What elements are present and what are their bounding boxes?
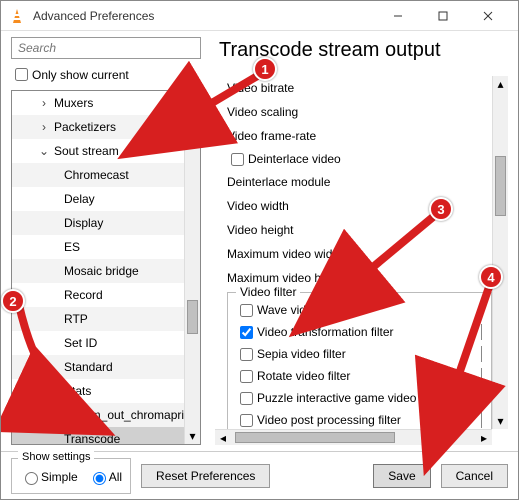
radio-all[interactable]: All bbox=[88, 469, 122, 485]
field-edge bbox=[481, 412, 483, 428]
show-settings-legend: Show settings bbox=[18, 451, 94, 463]
property-label: Video frame-rate bbox=[227, 124, 492, 148]
checkbox[interactable] bbox=[240, 370, 253, 383]
window-title: Advanced Preferences bbox=[33, 9, 375, 23]
tree-item-label: Packetizers bbox=[54, 120, 116, 134]
left-pane: Only show current › Muxers › Packetizers ⌄ So… bbox=[1, 31, 211, 451]
filter-checkbox[interactable]: Sepia video filter bbox=[236, 343, 483, 365]
field-edge bbox=[481, 302, 483, 318]
tree-item-sout-stream[interactable]: ⌄ Sout stream bbox=[12, 139, 184, 163]
tree-item-label: Display bbox=[64, 216, 103, 230]
checkbox[interactable] bbox=[240, 348, 253, 361]
property-label: Deinterlace module bbox=[227, 170, 492, 194]
scroll-thumb[interactable] bbox=[495, 156, 506, 216]
callout-3: 3 bbox=[429, 197, 453, 221]
only-show-current-label: Only show current bbox=[32, 68, 129, 82]
search-input[interactable] bbox=[11, 37, 201, 59]
tree-item-label: Delay bbox=[64, 192, 95, 206]
props-vscrollbar[interactable]: ▴ ▾ bbox=[492, 76, 508, 429]
callout-4: 4 bbox=[479, 265, 503, 289]
scroll-thumb[interactable] bbox=[235, 432, 395, 443]
tree-item-es[interactable]: ES bbox=[12, 235, 184, 259]
checkbox[interactable] bbox=[240, 326, 253, 339]
tree-item-mosaic-bridge[interactable]: Mosaic bridge bbox=[12, 259, 184, 283]
bottom-bar: Show settings Simple All Reset Preferenc… bbox=[1, 451, 518, 499]
minimize-button[interactable] bbox=[375, 1, 420, 31]
callout-1: 1 bbox=[253, 57, 277, 81]
chevron-right-icon: › bbox=[38, 120, 50, 134]
save-button[interactable]: Save bbox=[373, 464, 430, 488]
scroll-down-icon[interactable]: ▾ bbox=[493, 413, 508, 429]
chevron-down-icon: ⌄ bbox=[38, 144, 50, 158]
reset-preferences-button[interactable]: Reset Preferences bbox=[141, 464, 270, 488]
scroll-up-icon[interactable]: ▴ bbox=[493, 76, 508, 92]
checkbox[interactable] bbox=[240, 392, 253, 405]
tree-item-chromecast[interactable]: Chromecast bbox=[12, 163, 184, 187]
tree-item-transcode[interactable]: Transcode bbox=[12, 427, 184, 444]
tree-item-muxers[interactable]: › Muxers bbox=[12, 91, 184, 115]
filter-checkbox[interactable]: Wave video filter bbox=[236, 299, 483, 321]
field-edge bbox=[481, 346, 483, 362]
tree-item-label: Mosaic bridge bbox=[64, 264, 139, 278]
tree-item-label: Stats bbox=[64, 384, 91, 398]
field-edge bbox=[481, 390, 483, 406]
tree-item-label: ES bbox=[64, 240, 80, 254]
only-show-current-box[interactable] bbox=[15, 68, 28, 81]
checkbox[interactable] bbox=[240, 304, 253, 317]
filter-checkbox[interactable]: Rotate video filter bbox=[236, 365, 483, 387]
tree-item-label: Muxers bbox=[54, 96, 93, 110]
show-settings-group: Show settings Simple All bbox=[11, 458, 131, 494]
titlebar: Advanced Preferences bbox=[1, 1, 518, 31]
filter-checkbox[interactable]: Video post processing filter bbox=[236, 409, 483, 429]
tree-item-set-id[interactable]: Set ID bbox=[12, 331, 184, 355]
scroll-left-icon[interactable]: ◂ bbox=[215, 430, 231, 445]
close-button[interactable] bbox=[465, 1, 510, 31]
vlc-cone-icon bbox=[9, 8, 25, 24]
maximize-button[interactable] bbox=[420, 1, 465, 31]
scroll-up-icon[interactable]: ▴ bbox=[185, 91, 200, 107]
fieldset-legend: Video filter bbox=[236, 285, 300, 299]
field-edge bbox=[481, 324, 483, 340]
tree-item-record[interactable]: Record bbox=[12, 283, 184, 307]
tree-item-label: Standard bbox=[64, 360, 113, 374]
tree-item-standard[interactable]: Standard bbox=[12, 355, 184, 379]
scroll-thumb[interactable] bbox=[187, 300, 198, 334]
tree-item-stream-out-chromaprint[interactable]: stream_out_chromaprint bbox=[12, 403, 184, 427]
tree-item-label: Set ID bbox=[64, 336, 97, 350]
tree-item-label: Chromecast bbox=[64, 168, 129, 182]
chevron-right-icon: › bbox=[38, 96, 50, 110]
tree-item-label: Transcode bbox=[64, 432, 120, 444]
property-label: Video scaling bbox=[227, 100, 492, 124]
property-checkbox[interactable]: Deinterlace video bbox=[227, 148, 492, 170]
checkbox[interactable] bbox=[231, 153, 244, 166]
cancel-button[interactable]: Cancel bbox=[441, 464, 508, 488]
tree-item-stats[interactable]: Stats bbox=[12, 379, 184, 403]
only-show-current-checkbox[interactable]: Only show current bbox=[11, 65, 201, 84]
tree-item-label: stream_out_chromaprint bbox=[64, 408, 184, 422]
tree-scrollbar[interactable]: ▴ ▾ bbox=[184, 91, 200, 444]
filter-checkbox[interactable]: Video transformation filter bbox=[236, 321, 483, 343]
checkbox[interactable] bbox=[240, 414, 253, 427]
tree-item-display[interactable]: Display bbox=[12, 211, 184, 235]
scroll-right-icon[interactable]: ▸ bbox=[476, 430, 492, 445]
tree-item-rtp[interactable]: RTP bbox=[12, 307, 184, 331]
scroll-down-icon[interactable]: ▾ bbox=[185, 428, 200, 444]
video-filter-group: Video filterWave video filterVideo trans… bbox=[227, 292, 492, 429]
property-label: Maximum video width bbox=[227, 242, 492, 266]
right-pane: Transcode stream output Video bitrateVid… bbox=[211, 31, 518, 451]
radio-simple[interactable]: Simple bbox=[20, 469, 78, 485]
field-edge bbox=[481, 368, 483, 384]
property-label: Video height bbox=[227, 218, 492, 242]
filter-checkbox[interactable]: Puzzle interactive game video filter bbox=[236, 387, 483, 409]
props-hscrollbar[interactable]: ◂ ▸ bbox=[215, 429, 492, 445]
tree-item-delay[interactable]: Delay bbox=[12, 187, 184, 211]
category-tree: › Muxers › Packetizers ⌄ Sout stream Chromecas… bbox=[11, 90, 201, 445]
tree-item-packetizers[interactable]: › Packetizers bbox=[12, 115, 184, 139]
tree-item-label: Record bbox=[64, 288, 103, 302]
tree-item-label: RTP bbox=[64, 312, 88, 326]
callout-2: 2 bbox=[1, 289, 25, 313]
tree-item-label: Sout stream bbox=[54, 144, 119, 158]
